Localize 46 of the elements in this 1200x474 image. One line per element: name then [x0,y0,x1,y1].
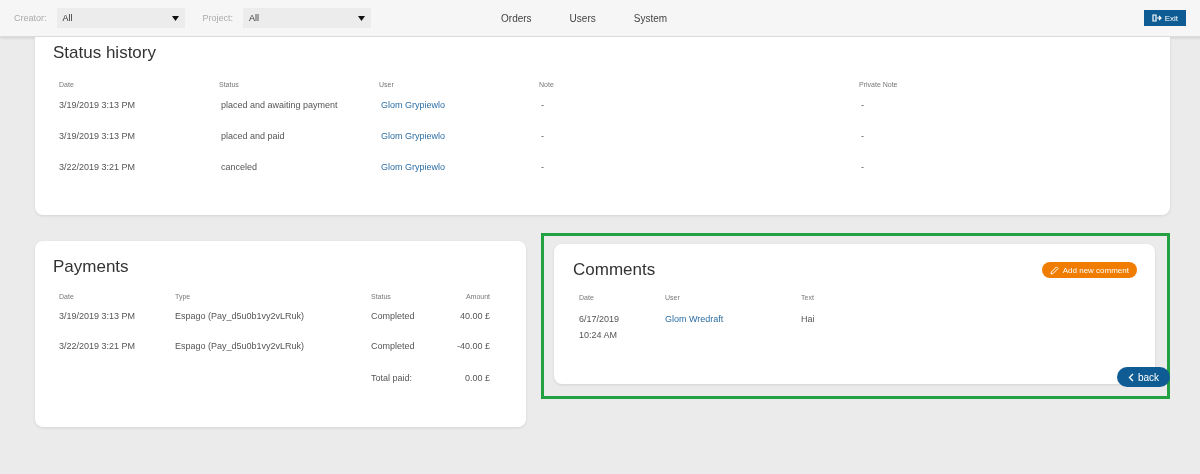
table-cell-text: - [540,130,545,141]
filter-label: Project: [202,13,234,23]
chevron-left-icon [1127,372,1134,382]
table-cell-text: - [860,99,865,110]
user-link[interactable]: Glom Grypiewlo [381,99,445,110]
filter-dropdown[interactable]: All [56,8,185,28]
comment-time: 10:24 AM [579,330,619,340]
comment-text: Hai [801,314,816,324]
table-cell-text: - [860,130,865,141]
exit-button[interactable]: Exit [1143,10,1186,26]
table-cell-text: 3/19/2019 3:13 PM [59,311,137,321]
dropdown-caret-icon [358,15,366,21]
table-cell-text: 40.00 £ [458,311,490,321]
back-button[interactable]: back [1116,367,1170,387]
nav-link[interactable]: Users [569,12,596,24]
table-cell-text: 3/19/2019 3:13 PM [59,130,137,141]
user-link[interactable]: Glom Grypiewlo [381,130,445,141]
table-cell-text: - [860,161,865,172]
exit-icon [1151,14,1162,22]
table-cell-text: 3/22/2019 3:21 PM [59,341,137,351]
nav-link[interactable]: System [633,12,668,24]
card-title: Status history [53,43,157,63]
table-cell-text: 3/19/2019 3:13 PM [59,99,137,110]
table-cell-text: Espago (Pay_d5u0b1vy2vLRuk) [175,311,306,321]
card-title: Payments [53,257,130,277]
card-title: Comments [573,260,656,280]
table-cell-text: -40.00 £ [455,341,490,351]
total-value: 0.00 £ [463,373,490,383]
table-cell-text: - [540,161,545,172]
table-cell-text: placed and paid [220,130,286,141]
filter-dropdown[interactable]: All [243,8,372,28]
table-cell-text: - [540,99,545,110]
user-link[interactable]: Glom Wredraft [665,314,724,324]
table-cell-text: Espago (Pay_d5u0b1vy2vLRuk) [175,341,306,351]
table-cell-text: Completed [371,341,416,351]
filter-label: Creator: [14,13,47,23]
total-label: Total paid: [371,373,414,383]
user-link[interactable]: Glom Grypiewlo [381,161,445,172]
dropdown-caret-icon [171,15,179,21]
pencil-icon [1049,265,1059,275]
comment-date: 6/17/2019 [579,314,621,324]
nav-link[interactable]: Orders [501,12,532,24]
table-cell-text: placed and awaiting payment [220,99,339,110]
table-cell-text: canceled [220,161,259,172]
table-cell-text: Completed [371,311,416,321]
table-cell-text: 3/22/2019 3:21 PM [59,161,137,172]
